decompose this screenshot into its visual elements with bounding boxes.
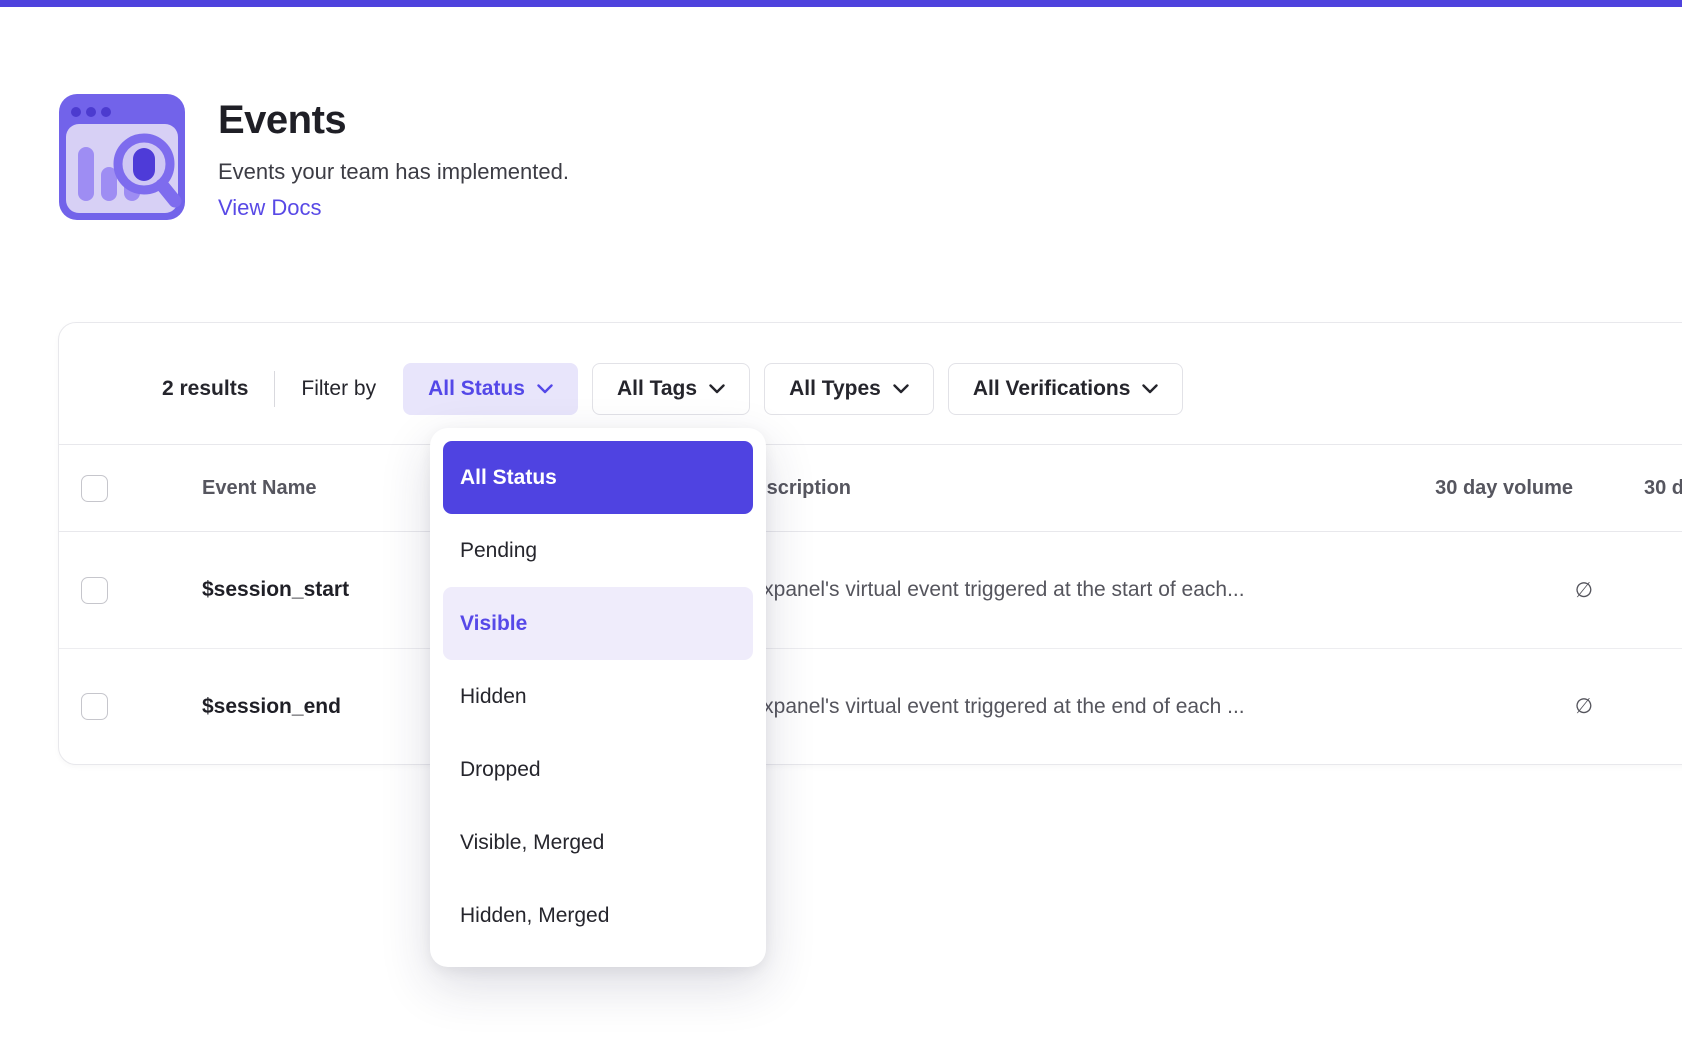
select-all-cell [59, 475, 144, 502]
filter-button-verifications-label: All Verifications [973, 377, 1131, 401]
event-30-day-volume: ∅ [1259, 694, 1593, 719]
filter-bar: 2 results Filter by All Status All Tags … [59, 323, 1682, 444]
filter-button-types[interactable]: All Types [764, 363, 934, 415]
page-title: Events [218, 98, 569, 143]
filter-button-tags-label: All Tags [617, 377, 697, 401]
row-checkbox-cell [59, 693, 144, 720]
results-count: 2 results [162, 377, 248, 401]
column-header-30d-secondary[interactable]: 30 d [1644, 477, 1682, 500]
row-checkbox-cell [59, 577, 144, 604]
row-checkbox[interactable] [81, 693, 108, 720]
dropdown-item-dropped[interactable]: Dropped [443, 733, 753, 806]
chevron-down-icon [537, 384, 553, 394]
column-header-description[interactable]: Description [741, 477, 1259, 500]
dropdown-item-all-status[interactable]: All Status [443, 441, 753, 514]
status-filter-dropdown: All Status Pending Visible Hidden Droppe… [430, 428, 766, 967]
filter-button-tags[interactable]: All Tags [592, 363, 750, 415]
table-row[interactable]: $session_end Mixpanel's virtual event tr… [59, 648, 1682, 764]
top-accent-bar [0, 0, 1682, 7]
column-header-30-day-volume[interactable]: 30 day volume [1259, 477, 1593, 500]
row-checkbox[interactable] [81, 577, 108, 604]
filter-button-status[interactable]: All Status [403, 363, 578, 415]
filter-button-types-label: All Types [789, 377, 881, 401]
table-row[interactable]: $session_start Mixpanel's virtual event … [59, 532, 1682, 648]
dropdown-item-pending[interactable]: Pending [443, 514, 753, 587]
event-description: Mixpanel's virtual event triggered at th… [741, 695, 1259, 719]
event-description: Mixpanel's virtual event triggered at th… [741, 578, 1259, 602]
page-subtitle: Events your team has implemented. [218, 159, 569, 185]
dropdown-item-visible-merged[interactable]: Visible, Merged [443, 806, 753, 879]
chevron-down-icon [1142, 384, 1158, 394]
view-docs-link[interactable]: View Docs [218, 195, 322, 221]
table-header-row: Event Name Description 30 day volume 30 … [59, 444, 1682, 532]
dropdown-item-hidden-merged[interactable]: Hidden, Merged [443, 879, 753, 952]
events-panel: 2 results Filter by All Status All Tags … [58, 322, 1682, 765]
filter-divider [274, 371, 275, 407]
filter-button-verifications[interactable]: All Verifications [948, 363, 1184, 415]
chevron-down-icon [709, 384, 725, 394]
dropdown-item-visible[interactable]: Visible [443, 587, 753, 660]
events-app-icon [59, 94, 185, 220]
event-30-day-volume: ∅ [1259, 578, 1593, 603]
chevron-down-icon [893, 384, 909, 394]
filter-button-status-label: All Status [428, 377, 525, 401]
select-all-checkbox[interactable] [81, 475, 108, 502]
page-header: Events Events your team has implemented.… [59, 94, 569, 221]
dropdown-item-hidden[interactable]: Hidden [443, 660, 753, 733]
filter-by-label: Filter by [301, 377, 376, 401]
